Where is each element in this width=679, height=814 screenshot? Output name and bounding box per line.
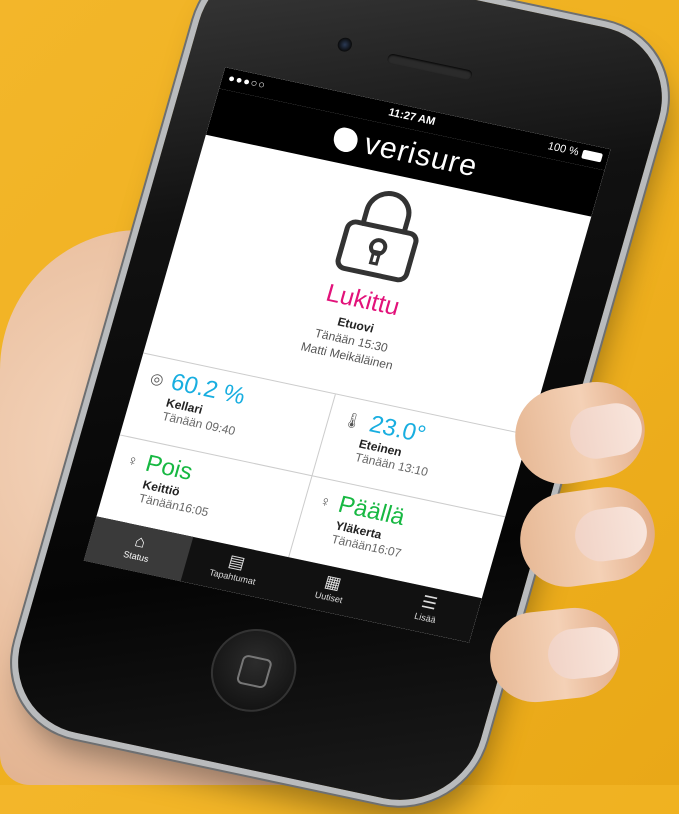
verisure-logo-icon (330, 125, 361, 154)
home-button-square-icon (235, 653, 274, 690)
earpiece-speaker (386, 53, 474, 81)
battery-percent: 100 % (546, 140, 581, 159)
signal-indicator: ●●●○○ (226, 72, 268, 92)
clock: 11:27 AM (387, 106, 437, 128)
home-button[interactable] (200, 621, 307, 720)
padlock-icon (335, 191, 419, 283)
front-camera (336, 36, 354, 53)
bulb-icon: ♀ (317, 492, 334, 512)
battery-icon (581, 149, 604, 163)
bulb-icon: ♀ (124, 451, 141, 471)
humidity-icon: ◎ (148, 369, 166, 390)
thermometer-icon: 🌡 (340, 410, 365, 432)
